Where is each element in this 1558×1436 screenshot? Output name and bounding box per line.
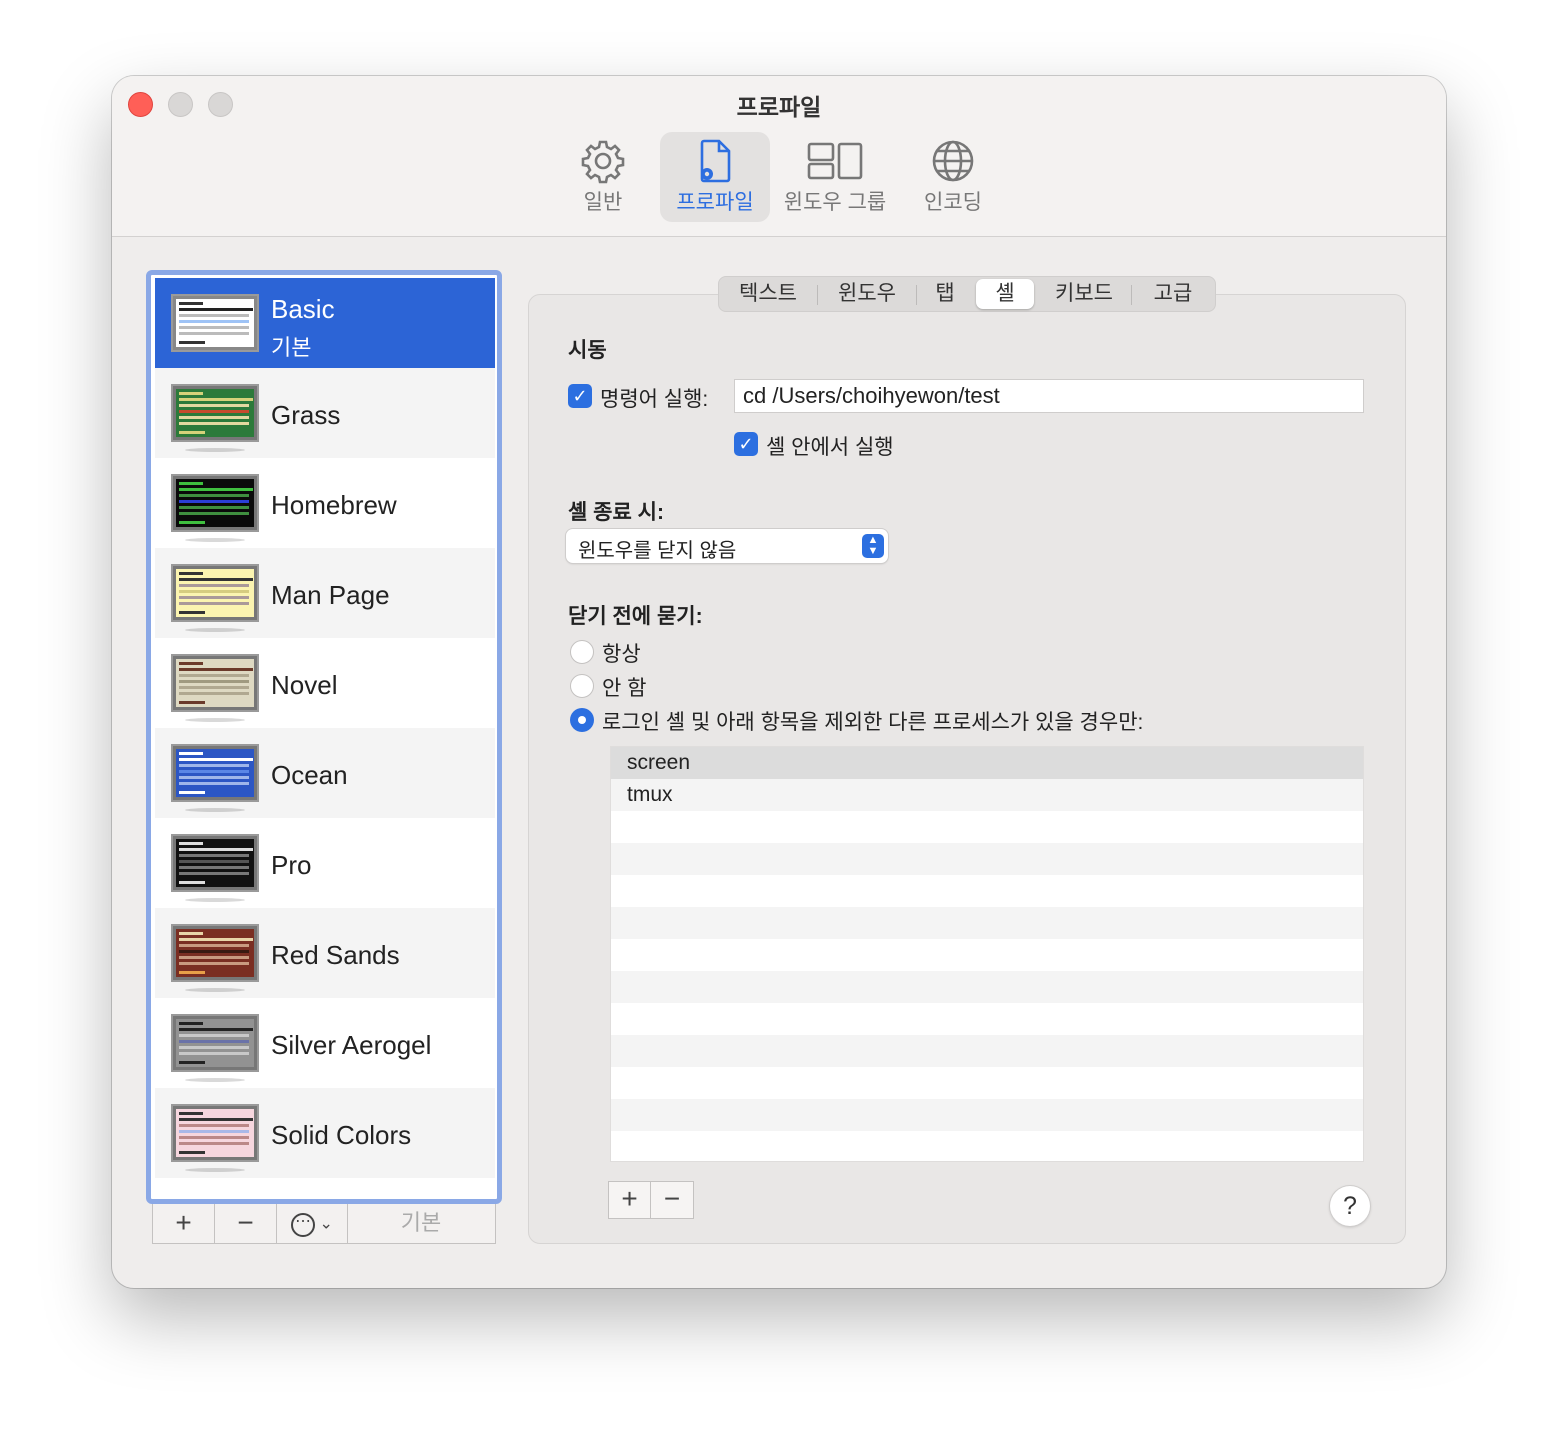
window-group-icon [807,142,863,180]
startup-heading: 시동 [568,339,607,362]
more-actions-button[interactable]: ⋯ ⌄ [277,1204,348,1243]
profile-name: Grass [271,400,341,430]
titlebar: 프로파일 일반 프로파일 윈도우 그룹 인코딩 [112,76,1446,237]
profile-list[interactable]: Basic 기본 Grass Homebrew Man Page Novel O… [146,270,502,1204]
toolbar-encodings[interactable]: 인코딩 [908,132,998,222]
tab-advanced[interactable]: 고급 [1132,277,1214,311]
profile-row-solid-colors[interactable]: Solid Colors [155,1088,495,1178]
profile-preview-ocean [171,744,259,802]
updown-chevron-icon: ▲ ▼ [862,534,884,558]
tab-window[interactable]: 윈도우 [818,277,916,311]
profile-document-icon [700,139,731,183]
toolbar-profiles-label: 프로파일 [676,191,754,214]
profile-row-man-page[interactable]: Man Page [155,548,495,638]
profile-row-basic[interactable]: Basic 기본 [155,278,495,368]
process-table-buttons: + − [608,1181,694,1219]
table-row[interactable]: screen [611,747,1363,779]
ask-before-close-heading: 닫기 전에 묻기: [568,605,703,628]
profile-name: Silver Aerogel [271,1030,432,1060]
profile-preview-silver-aerogel [171,1014,259,1072]
profile-name: Basic [271,294,335,324]
gear-icon [581,140,625,184]
profile-name: Solid Colors [271,1120,412,1150]
on-exit-selected: 윈도우를 닫지 않음 [578,540,737,562]
profile-preview-man-page [171,564,259,622]
tab-text[interactable]: 텍스트 [719,277,817,311]
on-exit-heading: 셸 종료 시: [568,501,664,524]
profile-name: Ocean [271,760,348,790]
toolbar-window-groups[interactable]: 윈도우 그룹 [780,132,890,222]
preferences-window: 프로파일 일반 프로파일 윈도우 그룹 인코딩 Basic 기본 Grass H… [112,76,1446,1288]
profile-name: Man Page [271,580,390,610]
profile-row-red-sands[interactable]: Red Sands [155,908,495,998]
add-process-button[interactable]: + [609,1182,651,1218]
table-row-empty [611,1067,1363,1099]
tab-shell[interactable]: 셸 [976,279,1034,309]
run-command-checkbox[interactable]: ✓ [568,384,592,408]
table-row-empty [611,811,1363,843]
run-command-label: 명령어 실행: [600,388,709,411]
remove-profile-button[interactable]: − [215,1204,277,1243]
profile-name: Homebrew [271,490,397,520]
ask-conditional-radio[interactable] [570,708,594,732]
toolbar-general-label: 일반 [583,191,623,214]
profile-preview-basic [171,294,259,352]
ask-never-radio[interactable] [570,674,594,698]
table-row-empty [611,1131,1363,1161]
tab-tab[interactable]: 탭 [917,277,973,311]
help-button[interactable]: ? [1330,1186,1370,1226]
process-exclusion-table[interactable]: screen tmux [610,746,1364,1162]
table-row-empty [611,1099,1363,1131]
table-row-empty [611,875,1363,907]
profile-name: Novel [271,670,338,700]
profile-name: Red Sands [271,940,400,970]
remove-process-button[interactable]: − [651,1182,693,1218]
tab-keyboard[interactable]: 키보드 [1037,277,1131,311]
run-in-shell-checkbox[interactable]: ✓ [734,432,758,456]
profile-preview-red-sands [171,924,259,982]
table-row-empty [611,907,1363,939]
profile-name: Pro [271,850,312,880]
table-row-empty [611,843,1363,875]
profile-row-silver-aerogel[interactable]: Silver Aerogel [155,998,495,1088]
settings-tabs: 텍스트 윈도우 탭 셸 키보드 고급 [718,276,1216,312]
profile-row-ocean[interactable]: Ocean [155,728,495,818]
add-profile-button[interactable]: + [153,1204,215,1243]
profile-preview-grass [171,384,259,442]
table-row-empty [611,939,1363,971]
profile-preview-novel [171,654,259,712]
run-in-shell-label: 셸 안에서 실행 [766,436,894,459]
profile-row-grass[interactable]: Grass [155,368,495,458]
table-row-empty [611,1035,1363,1067]
window-title: 프로파일 [736,94,822,120]
ask-conditional-label: 로그인 셸 및 아래 항목을 제외한 다른 프로세스가 있을 경우만: [602,711,1144,734]
profile-row-homebrew[interactable]: Homebrew [155,458,495,548]
toolbar-encodings-label: 인코딩 [924,191,982,214]
profile-default-label: 기본 [271,335,312,360]
globe-icon [932,140,974,182]
table-row-empty [611,1003,1363,1035]
toolbar-profiles[interactable]: 프로파일 [660,132,770,222]
profile-row-novel[interactable]: Novel [155,638,495,728]
chevron-down-icon: ⌄ [315,1215,333,1233]
profile-preview-homebrew [171,474,259,532]
table-row[interactable]: tmux [611,779,1363,811]
profile-list-buttons: + − ⋯ ⌄ 기본 [152,1204,496,1244]
ellipsis-circle-icon: ⋯ [291,1212,316,1237]
profile-row-pro[interactable]: Pro [155,818,495,908]
profile-preview-solid-colors [171,1104,259,1162]
toolbar-window-groups-label: 윈도우 그룹 [783,191,887,214]
on-exit-popup[interactable]: 윈도우를 닫지 않음 ▲ ▼ [566,529,888,563]
set-default-button[interactable]: 기본 [347,1204,495,1243]
command-input[interactable] [734,379,1364,413]
ask-always-radio[interactable] [570,640,594,664]
toolbar-general[interactable]: 일반 [558,132,648,222]
table-row-empty [611,971,1363,1003]
ask-never-label: 안 함 [602,677,647,700]
profile-preview-pro [171,834,259,892]
ask-always-label: 항상 [602,643,641,666]
